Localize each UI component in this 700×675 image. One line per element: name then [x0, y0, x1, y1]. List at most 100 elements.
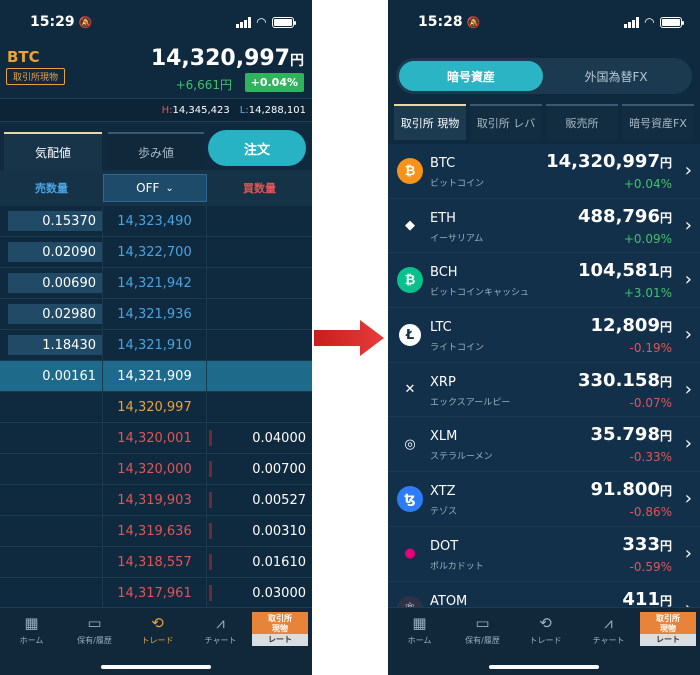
buy-volume-bar	[209, 554, 212, 570]
coin-name: ビットコイン	[430, 179, 485, 189]
nav-rate[interactable]: 取引所 現物 レート	[640, 612, 696, 646]
price-cell[interactable]: 14,321,942	[103, 268, 207, 298]
current-price: 14,320,997円	[150, 46, 304, 71]
status-bar: 15:28 🔕 ◠	[388, 0, 700, 44]
price-cell[interactable]: 14,321,909	[103, 361, 207, 391]
price-cell[interactable]: 14,320,001	[103, 423, 207, 453]
coin-price: 488,796円	[578, 205, 672, 227]
high-low-row: H:14,345,423 L:14,288,101	[0, 98, 312, 122]
order-book-row[interactable]: 0.02980 14,321,936	[0, 299, 312, 330]
coin-symbol: DOT	[430, 538, 459, 554]
coin-row-btc[interactable]: ₿ BTC ビットコイン 14,320,997円 +0.04% ›	[388, 144, 700, 199]
price-cell[interactable]: 14,320,000	[103, 454, 207, 484]
buy-qty-cell	[207, 392, 312, 422]
chevron-right-icon: ›	[684, 542, 692, 564]
segment-crypto[interactable]: 暗号資産	[399, 61, 543, 91]
coin-row-dot[interactable]: ● DOT ポルカドット 333円 -0.59% ›	[388, 526, 700, 582]
tab-market-3[interactable]: 暗号資産FX	[622, 104, 694, 140]
buy-qty-cell: 0.01610	[207, 547, 312, 577]
sell-qty-cell	[0, 578, 103, 608]
buy-volume-bar	[209, 492, 212, 508]
price-cell[interactable]: 14,319,636	[103, 516, 207, 546]
coin-row-xlm[interactable]: ◎ XLM ステラルーメン 35.798円 -0.33% ›	[388, 417, 700, 473]
silent-bell-icon: 🔕	[78, 15, 93, 29]
order-book-row[interactable]: 14,320,001 0.04000	[0, 423, 312, 454]
order-book-row[interactable]: 0.00161 14,321,909	[0, 361, 312, 392]
coin-symbol: BTC	[430, 156, 456, 171]
nav-home[interactable]: ▦ ホーム	[388, 608, 451, 675]
order-button[interactable]: 注文	[208, 130, 306, 166]
tab-kehai[interactable]: 気配値	[4, 132, 102, 170]
board-column-header: 売数量 OFF ⌄ 買数量	[0, 170, 312, 206]
right-screen: 15:28 🔕 ◠ 暗号資産 外国為替FX 取引所 現物 取引所 レバ 販売所 暗号資産…	[388, 0, 700, 675]
nav-rate[interactable]: 取引所 現物 レート	[252, 612, 308, 646]
symbol-name[interactable]: BTC	[7, 48, 40, 66]
buy-qty: 0.00310	[252, 523, 306, 539]
tab-market-2[interactable]: 販売所	[546, 104, 618, 140]
transition-arrow-icon	[314, 320, 384, 356]
status-bar: 15:29 🔕 ◠	[0, 0, 312, 44]
sell-qty: 0.00690	[42, 275, 96, 291]
signal-icon	[623, 16, 639, 28]
chevron-right-icon: ›	[684, 433, 692, 455]
sell-qty: 0.00161	[42, 368, 96, 384]
coin-symbol: XLM	[430, 429, 458, 445]
nav-home[interactable]: ▦ ホーム	[0, 608, 63, 675]
buy-qty-cell	[207, 268, 312, 298]
buy-volume-bar	[209, 585, 212, 601]
order-book-row[interactable]: 1.18430 14,321,910	[0, 330, 312, 361]
segment-fx[interactable]: 外国為替FX	[543, 68, 689, 85]
coin-change: +3.01%	[623, 286, 672, 301]
aggregation-dropdown[interactable]: OFF ⌄	[103, 174, 207, 202]
low-value: L:14,288,101	[239, 104, 306, 116]
sell-qty-header: 売数量	[35, 182, 68, 195]
order-book-row[interactable]: 0.15370 14,323,490	[0, 206, 312, 237]
coin-symbol: XRP	[430, 374, 456, 390]
price-cell[interactable]: 14,320,997	[103, 392, 207, 422]
order-book-row[interactable]: 14,319,903 0.00527	[0, 485, 312, 516]
order-book[interactable]: 0.15370 14,323,490 0.02090 14,322,700 0.0069…	[0, 206, 312, 609]
coin-change: +0.04%	[623, 177, 672, 191]
price-cell[interactable]: 14,319,903	[103, 485, 207, 515]
order-book-row[interactable]: 14,317,961 0.03000	[0, 578, 312, 609]
coin-row-eth[interactable]: ◆ ETH イーサリアム 488,796円 +0.09% ›	[388, 198, 700, 254]
coin-price: 333円	[622, 533, 672, 555]
coin-price: 330.158円	[578, 369, 672, 391]
tab-market-0[interactable]: 取引所 現物	[394, 104, 466, 140]
order-book-row[interactable]: 0.00690 14,321,942	[0, 268, 312, 299]
coin-eth-icon: ◆	[397, 212, 423, 239]
coin-change: -0.33%	[629, 450, 672, 465]
order-book-row[interactable]: 14,319,636 0.00310	[0, 516, 312, 547]
coin-row-xrp[interactable]: ✕ XRP エックスアールピー 330.158円 -0.07% ›	[388, 362, 700, 418]
price-cell[interactable]: 14,318,557	[103, 547, 207, 577]
coin-symbol: XTZ	[430, 484, 456, 500]
symbol-header: BTC 取引所現物 14,320,997円 +6,661円 +0.04%	[0, 44, 312, 98]
tab-market-1[interactable]: 取引所 レバ	[470, 104, 542, 140]
coin-row-bch[interactable]: ₿ BCH ビットコインキャッシュ 104,581円 +3.01% ›	[388, 253, 700, 309]
sell-qty-cell: 0.02980	[0, 299, 103, 329]
order-book-row[interactable]: 14,320,997	[0, 392, 312, 423]
home-indicator	[101, 665, 211, 669]
coin-symbol: BCH	[430, 265, 458, 281]
sell-qty: 0.02980	[42, 306, 96, 322]
sell-qty-cell	[0, 392, 103, 422]
market-tabs: 取引所 現物 取引所 レバ 販売所 暗号資産FX	[388, 104, 700, 140]
price-cell[interactable]: 14,321,936	[103, 299, 207, 329]
coin-xrp-icon: ✕	[397, 376, 423, 403]
price-cell[interactable]: 14,317,961	[103, 578, 207, 608]
coin-xtz-icon: ꜩ	[397, 486, 423, 513]
price-cell[interactable]: 14,323,490	[103, 206, 207, 236]
board-tabs: 気配値 歩み値 注文	[0, 130, 312, 170]
buy-volume-bar	[209, 461, 212, 477]
coin-price: 14,320,997円	[546, 151, 672, 172]
chevron-right-icon: ›	[684, 378, 692, 400]
order-book-row[interactable]: 14,320,000 0.00700	[0, 454, 312, 485]
coin-row-ltc[interactable]: Ł LTC ライトコイン 12,809円 -0.19% ›	[388, 308, 700, 363]
order-book-row[interactable]: 0.02090 14,322,700	[0, 237, 312, 268]
coin-row-xtz[interactable]: ꜩ XTZ テゾス 91.800円 -0.86% ›	[388, 472, 700, 527]
order-book-row[interactable]: 14,318,557 0.01610	[0, 547, 312, 578]
price-cell[interactable]: 14,322,700	[103, 237, 207, 267]
coin-bch-icon: ₿	[397, 267, 423, 294]
price-cell[interactable]: 14,321,910	[103, 330, 207, 360]
tab-ayumi[interactable]: 歩み値	[108, 132, 204, 170]
